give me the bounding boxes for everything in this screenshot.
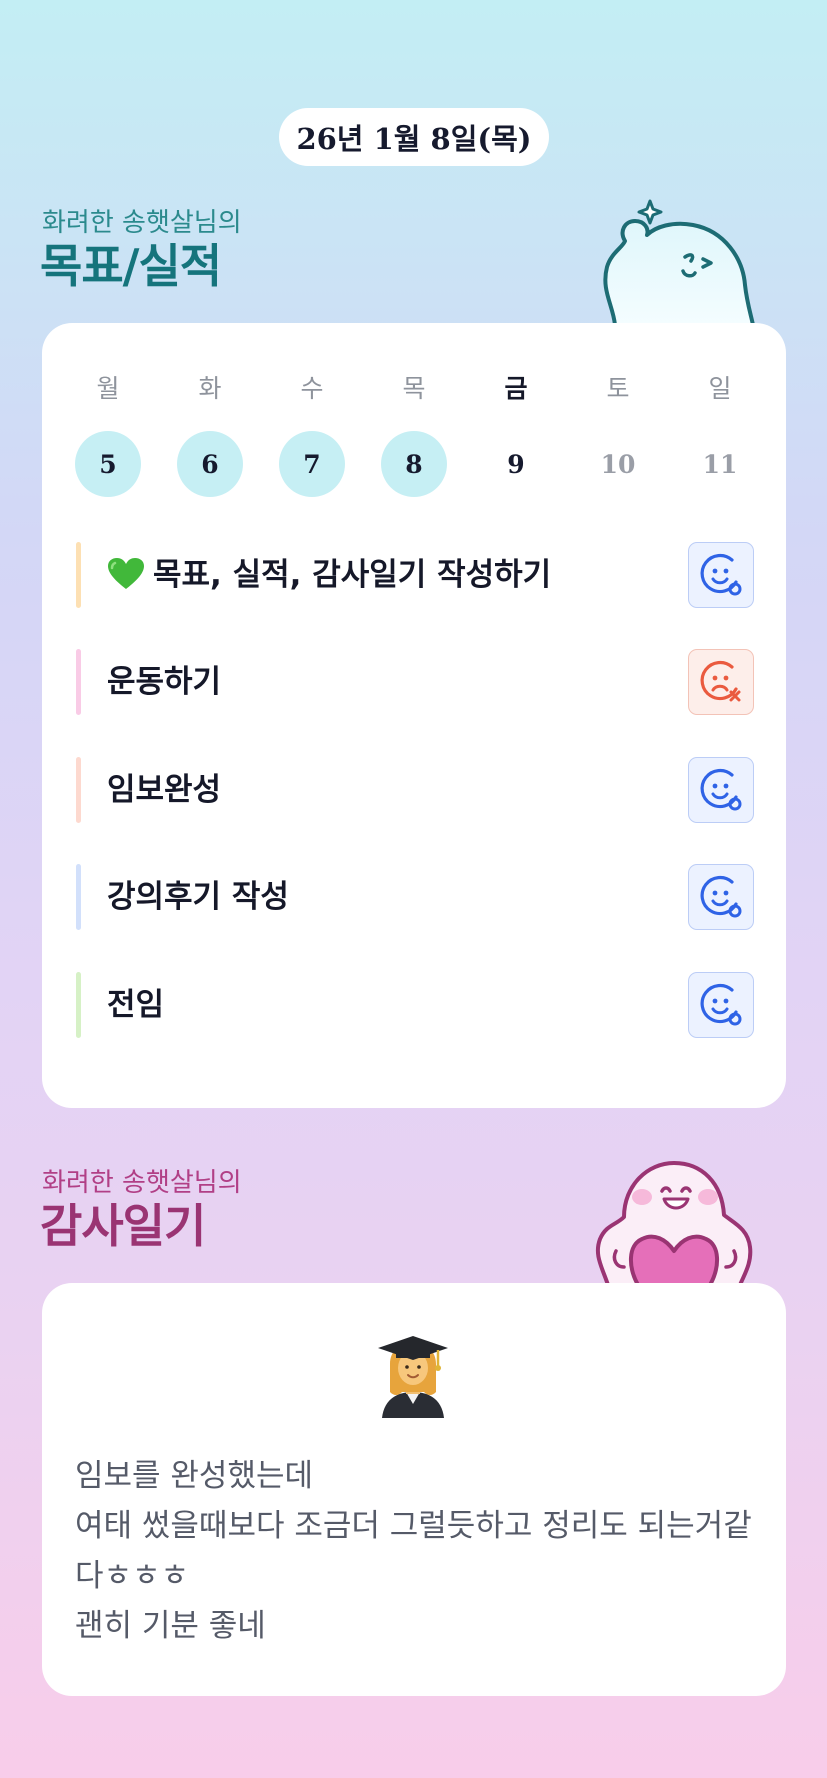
calendar-day[interactable]: 5	[75, 431, 141, 497]
status-fail-button[interactable]	[688, 649, 754, 715]
status-success-button[interactable]	[688, 972, 754, 1038]
diary-line: 괜히 기분 좋네	[75, 1608, 266, 1644]
smile-face-icon	[700, 553, 742, 596]
diary-line: 여태 썼을때보다 조금더 그럴듯하고 정리도 되는거같	[75, 1508, 752, 1544]
calendar-day-selected[interactable]: 8	[381, 431, 447, 497]
status-success-button[interactable]	[688, 864, 754, 930]
sad-face-icon	[700, 660, 741, 702]
task-label-text: 목표, 실적, 감사일기 작성하기	[153, 557, 552, 593]
calendar-day[interactable]: 7	[279, 431, 345, 497]
task-item[interactable]: 임보완성	[76, 757, 754, 823]
weekday-mon: 월	[96, 374, 120, 403]
diary-section-title: 감사일기	[40, 1199, 206, 1253]
diary-card: 임보를 완성했는데 여태 썼을때보다 조금더 그럴듯하고 정리도 되는거같 다ㅎ…	[42, 1283, 786, 1696]
goals-section-title: 목표/실적	[40, 239, 222, 293]
task-color-bar	[76, 864, 81, 930]
weekday-sat: 토	[606, 374, 630, 403]
weekday-fri: 금	[504, 374, 528, 403]
student-emoji-icon	[378, 1336, 448, 1418]
task-label: 강의후기 작성	[107, 879, 289, 915]
task-label: 운동하기	[107, 664, 222, 700]
smile-face-icon	[700, 983, 742, 1026]
heart-holding-character-illustration	[595, 1161, 753, 1285]
weekday-sun: 일	[708, 374, 732, 403]
status-success-button[interactable]	[688, 757, 754, 823]
ghost-character-illustration	[603, 199, 755, 325]
diary-line: 다ㅎㅎㅎ	[75, 1558, 190, 1594]
task-label: 목표, 실적, 감사일기 작성하기	[107, 542, 551, 608]
task-color-bar	[76, 542, 81, 608]
goals-card: 월 화 수 목 금 토 일 5 6 7 8 9 10 11 목표, 실적, 감사…	[42, 323, 786, 1108]
task-item[interactable]: 강의후기 작성	[76, 864, 754, 930]
diary-text: 임보를 완성했는데 여태 썼을때보다 조금더 그럴듯하고 정리도 되는거같 다ㅎ…	[75, 1451, 765, 1651]
date-pill: 26년 1월 8일(목)	[279, 108, 549, 166]
smile-face-icon	[700, 768, 742, 811]
task-item[interactable]: 목표, 실적, 감사일기 작성하기	[76, 542, 754, 608]
task-label: 전임	[107, 987, 165, 1023]
weekday-thu: 목	[402, 374, 426, 403]
status-success-button[interactable]	[688, 542, 754, 608]
task-color-bar	[76, 649, 81, 715]
task-color-bar	[76, 757, 81, 823]
task-color-bar	[76, 972, 81, 1038]
green-heart-icon	[108, 557, 144, 589]
weekday-wed: 수	[300, 374, 324, 403]
weekday-tue: 화	[198, 374, 222, 403]
task-item[interactable]: 운동하기	[76, 649, 754, 715]
smile-face-icon	[700, 875, 742, 918]
calendar-day[interactable]: 11	[687, 431, 753, 497]
calendar-day[interactable]: 6	[177, 431, 243, 497]
calendar-day-today[interactable]: 9	[483, 431, 549, 497]
diary-line: 임보를 완성했는데	[75, 1458, 314, 1494]
task-item[interactable]: 전임	[76, 972, 754, 1038]
calendar-day[interactable]: 10	[585, 431, 651, 497]
task-label: 임보완성	[107, 772, 222, 808]
